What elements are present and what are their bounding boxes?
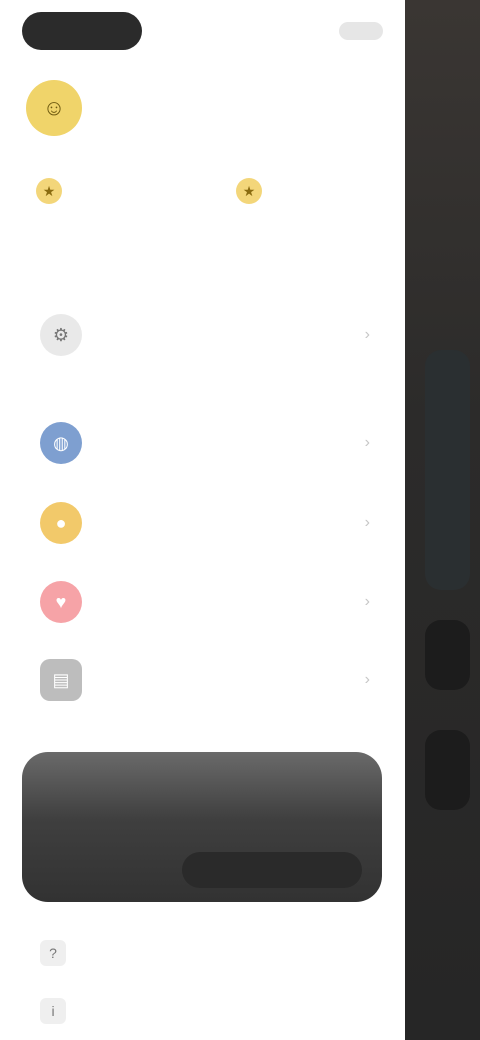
star-icon: ★ [36,178,62,204]
clipboard-icon: ▤ [40,659,82,701]
stats-row: ★ ★ [30,178,380,216]
avatar[interactable]: ☺ [26,80,82,136]
menu-item-clipboard[interactable]: ▤ › [40,655,370,705]
globe-icon: ◍ [40,422,82,464]
menu-item-heart[interactable]: ♥ › [40,577,370,627]
star-icon: ★ [236,178,262,204]
info-icon: i [40,998,66,1024]
bottom-item-help[interactable]: ? [40,940,84,966]
coin-icon: ● [40,502,82,544]
settings-icon: ⚙ [40,314,82,356]
background-panel [425,730,470,810]
chevron-right-icon: › [364,593,370,610]
stat-item[interactable]: ★ [30,178,180,216]
bottom-item-info[interactable]: i [40,998,84,1024]
profile-section[interactable]: ☺ [26,80,100,136]
background-panel [425,620,470,690]
chevron-right-icon: › [364,326,370,343]
background-panel [425,350,470,590]
menu-item-coin[interactable]: ● › [40,498,370,548]
menu-item-globe[interactable]: ◍ › [40,418,370,468]
side-drawer: ☺ ★ ★ ⚙ › ◍ › ● › ♥ › ▤ › ? i [0,0,405,1040]
menu-item-settings[interactable]: ⚙ › [40,310,370,360]
chevron-right-icon: › [364,514,370,531]
close-drawer-button[interactable] [339,22,383,40]
promo-card[interactable] [22,752,382,902]
chevron-right-icon: › [364,671,370,688]
promo-button[interactable] [182,852,362,888]
help-icon: ? [40,940,66,966]
top-pill-button[interactable] [22,12,142,50]
stat-item[interactable]: ★ [230,178,380,216]
heart-icon: ♥ [40,581,82,623]
chevron-right-icon: › [364,434,370,451]
